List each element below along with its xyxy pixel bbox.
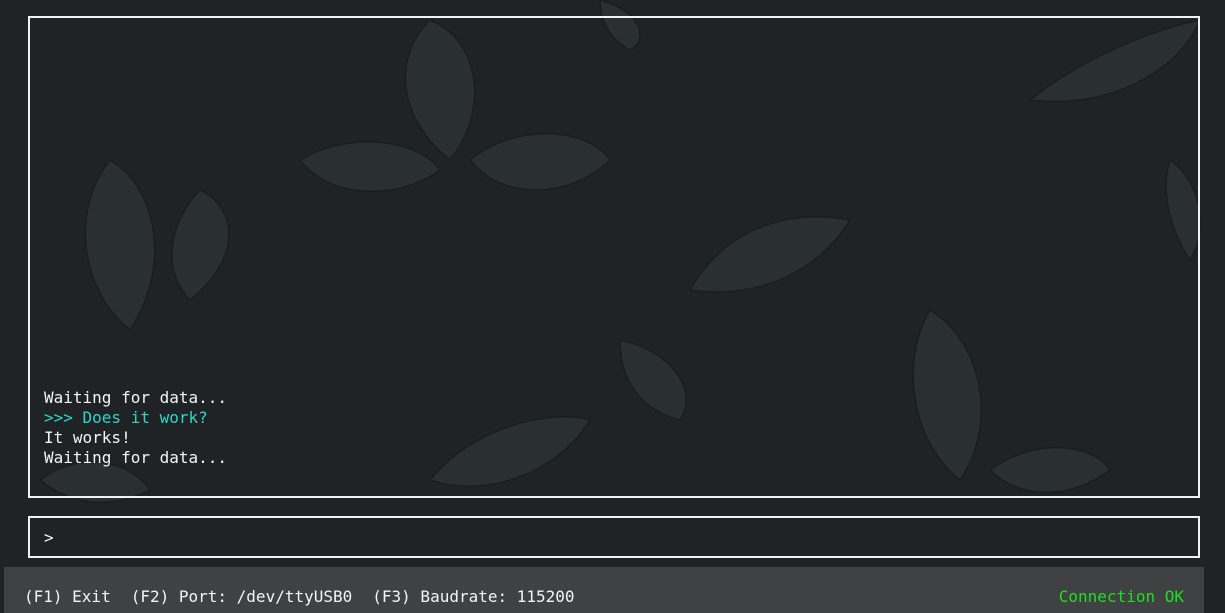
baudrate-key-hint[interactable]: (F3) Baudrate: 115200 [372,587,574,606]
status-bar: (F1) Exit (F2) Port: /dev/ttyUSB0 (F3) Bau… [4,567,1204,613]
input-prompt: > [44,528,54,547]
function-key-hints: (F1) Exit (F2) Port: /dev/ttyUSB0 (F3) Bau… [24,587,575,607]
connection-status: Connection OK [1058,587,1184,606]
exit-key-hint[interactable]: (F1) Exit [24,587,111,606]
output-line: Waiting for data... [44,388,228,407]
command-input[interactable] [64,526,1184,550]
serial-output-panel: Waiting for data... >>> Does it work? It… [28,16,1200,498]
output-line: Waiting for data... [44,448,228,467]
command-input-panel[interactable]: > [28,516,1200,558]
output-log: Waiting for data... >>> Does it work? It… [44,388,227,468]
port-key-hint[interactable]: (F2) Port: /dev/ttyUSB0 [131,587,353,606]
output-line-sent: >>> Does it work? [44,408,208,427]
output-line: It works! [44,428,131,447]
